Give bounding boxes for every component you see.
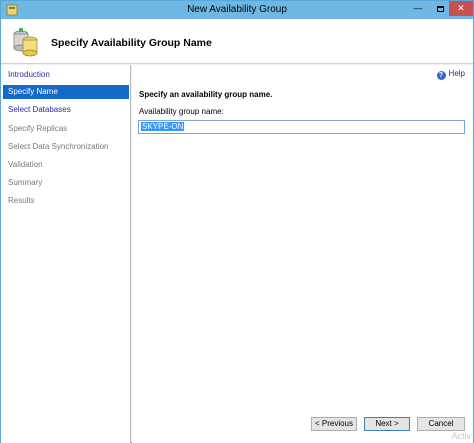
title-bar[interactable]: New Availability Group — ✕	[1, 1, 473, 19]
nav-item-select-databases[interactable]: Select Databases	[3, 103, 129, 117]
activation-watermark: Activ	[451, 431, 471, 441]
close-button[interactable]: ✕	[449, 1, 473, 16]
group-name-input[interactable]: SKYPE-ON	[138, 120, 465, 134]
window-title: New Availability Group	[187, 4, 287, 15]
maximize-icon	[436, 5, 444, 12]
cancel-button[interactable]: Cancel	[417, 417, 465, 431]
instruction-text: Specify an availability group name.	[139, 90, 273, 99]
nav-item-introduction[interactable]: Introduction	[3, 68, 129, 82]
maximize-button[interactable]	[429, 1, 451, 16]
wizard-nav: Introduction Specify Name Select Databas…	[1, 65, 131, 443]
nav-item-select-data-sync: Select Data Synchronization	[8, 142, 109, 151]
wizard-header: Specify Availability Group Name	[1, 19, 473, 64]
minimize-button[interactable]: —	[407, 1, 429, 16]
help-link[interactable]: ? Help	[436, 69, 465, 80]
nav-item-summary: Summary	[8, 178, 43, 187]
nav-item-validation: Validation	[8, 160, 43, 169]
help-icon: ?	[436, 71, 446, 80]
wizard-window: New Availability Group — ✕ Specify Avail…	[0, 0, 474, 443]
nav-item-specify-replicas: Specify Replicas	[8, 124, 68, 133]
page-title: Specify Availability Group Name	[51, 37, 212, 49]
next-button[interactable]: Next >	[364, 417, 410, 431]
nav-item-results: Results	[8, 196, 35, 205]
nav-item-specify-name[interactable]: Specify Name	[3, 85, 129, 99]
group-name-label: Availability group name:	[139, 107, 224, 116]
wizard-content: ? Help Specify an availability group name…	[132, 65, 473, 443]
database-wizard-icon	[13, 28, 38, 57]
help-label: Help	[448, 69, 465, 78]
group-name-value: SKYPE-ON	[141, 122, 185, 131]
previous-button[interactable]: < Previous	[311, 417, 357, 431]
